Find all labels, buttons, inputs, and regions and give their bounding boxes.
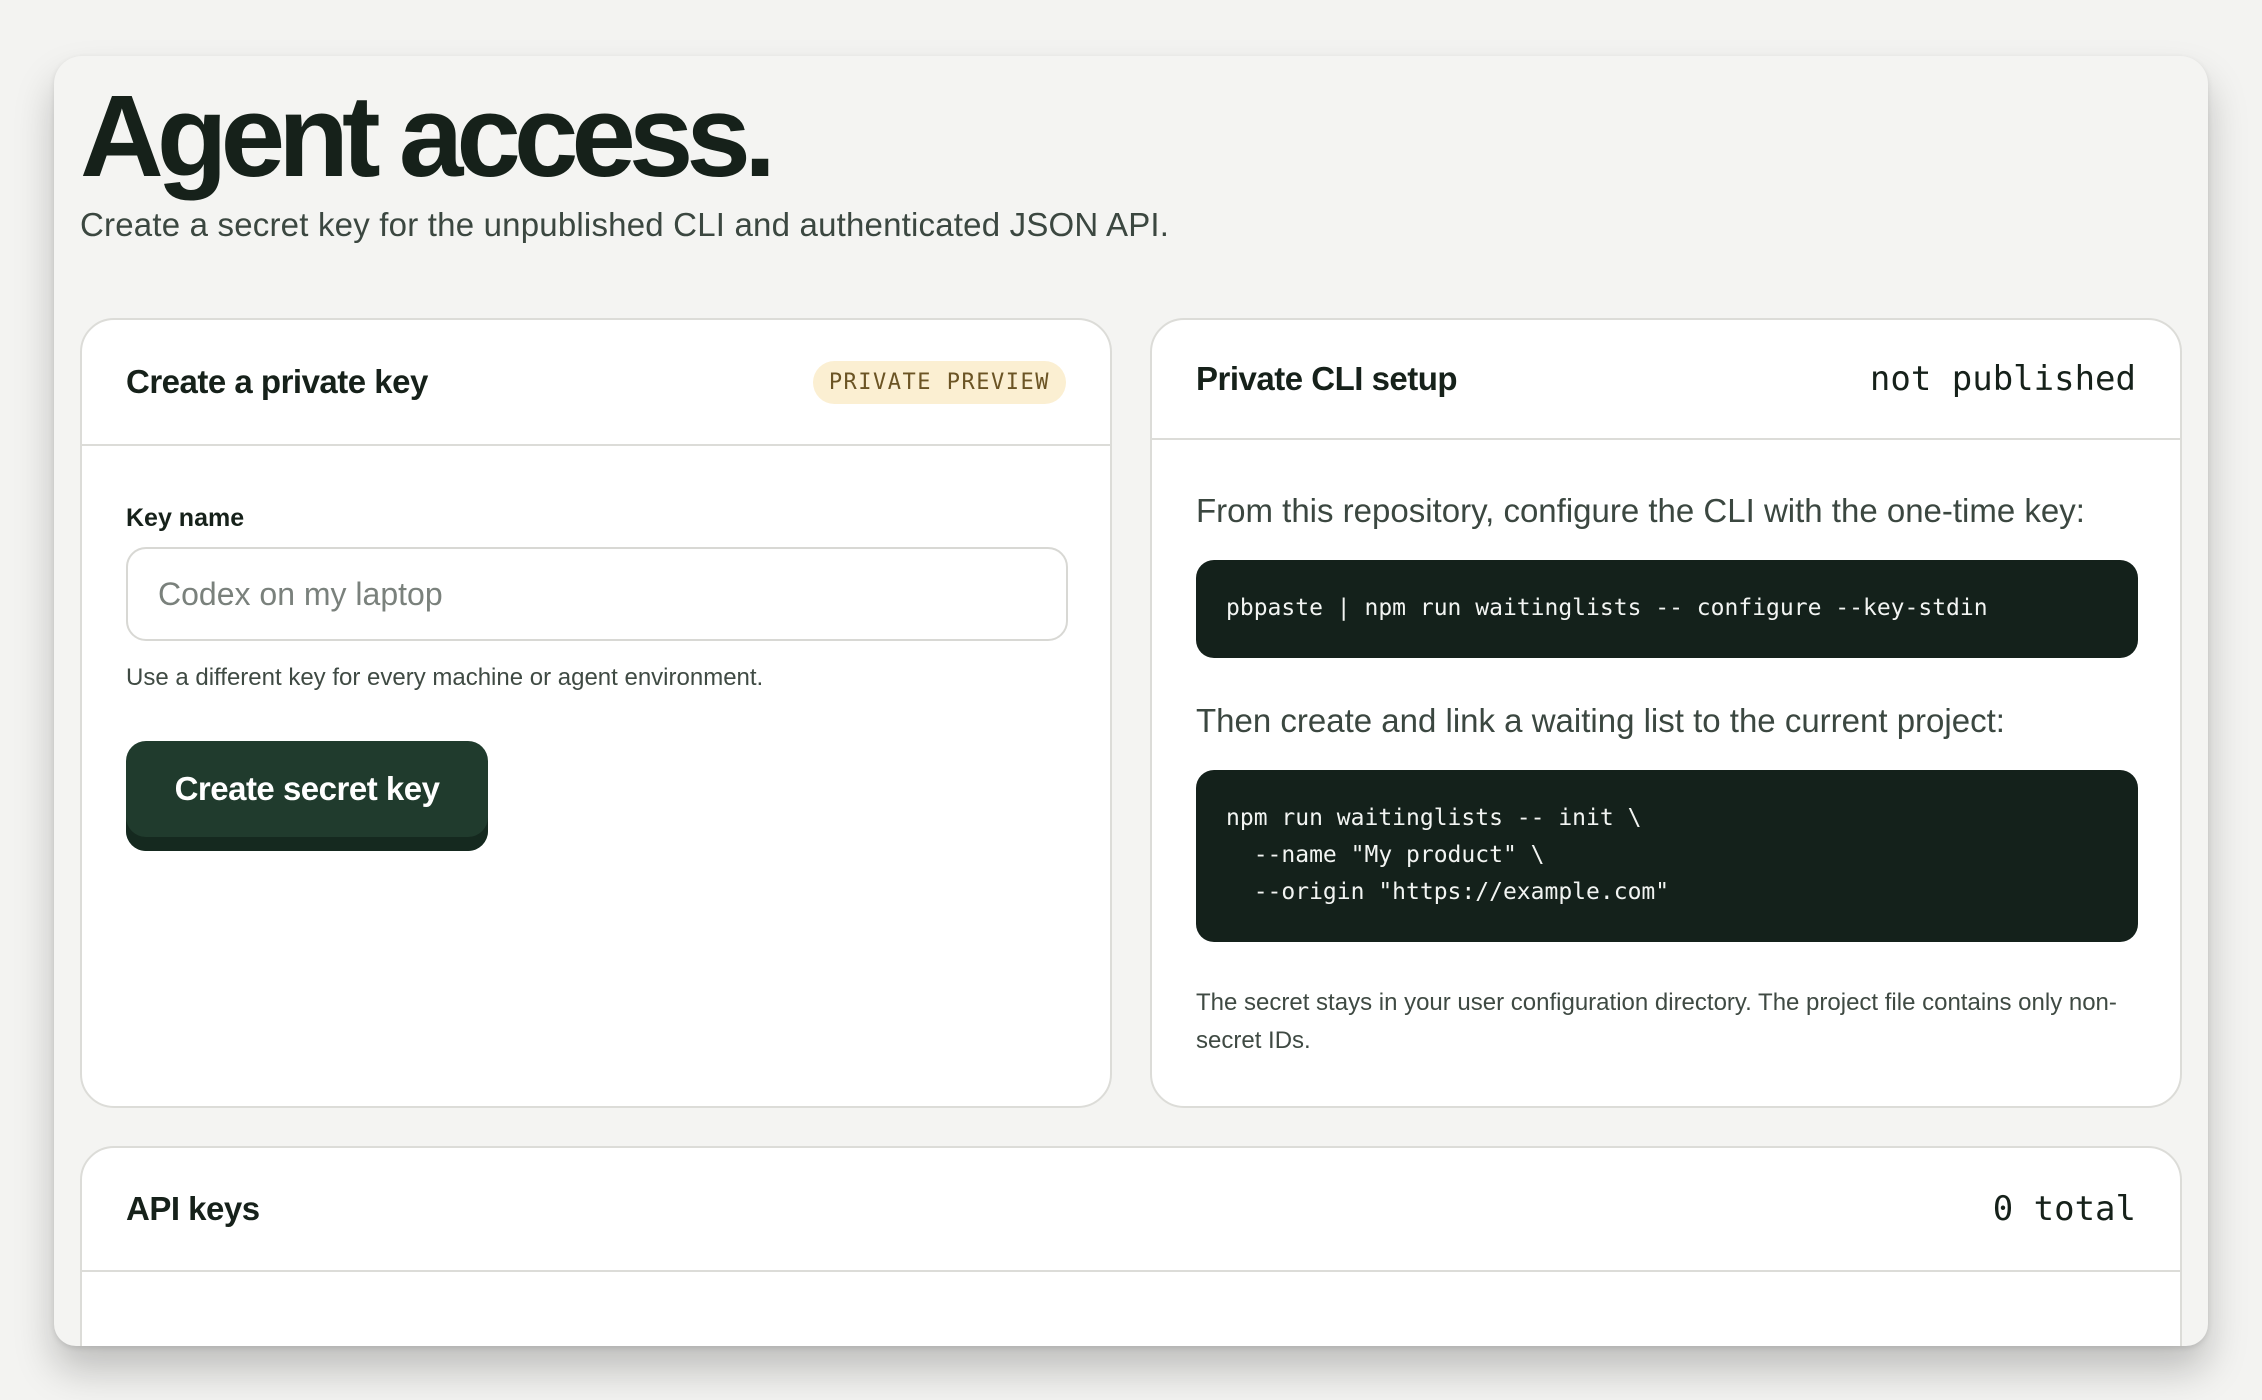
key-name-label: Key name [126, 504, 245, 532]
init-instruction: Then create and link a waiting list to t… [1196, 702, 2005, 739]
page-title: Agent access. [80, 71, 776, 201]
init-code-block[interactable]: npm run waitinglists -- init \ --name "M… [1196, 770, 2138, 942]
cli-status-text: not published [1869, 359, 2136, 399]
key-name-input[interactable] [126, 547, 1068, 641]
create-key-card: Create a private key PRIVATE PREVIEW Key… [80, 318, 1112, 1108]
app-window: Agent access. Create a secret key for th… [54, 56, 2208, 1346]
api-keys-title: API keys [126, 1190, 260, 1227]
create-key-title: Create a private key [126, 363, 428, 400]
private-preview-badge: PRIVATE PREVIEW [812, 360, 1066, 404]
configure-code-block[interactable]: pbpaste | npm run waitinglists -- config… [1196, 560, 2138, 658]
cli-setup-card: Private CLI setup not published From thi… [1150, 318, 2182, 1108]
secret-storage-note: The secret stays in your user configurat… [1196, 989, 2117, 1054]
configure-instruction: From this repository, configure the CLI … [1196, 492, 2085, 529]
create-key-card-header: Create a private key PRIVATE PREVIEW [82, 320, 1110, 446]
create-secret-key-button[interactable]: Create secret key [126, 741, 488, 851]
page-subtitle: Create a secret key for the unpublished … [80, 206, 1170, 243]
cli-setup-card-header: Private CLI setup not published [1152, 320, 2180, 440]
api-keys-count: 0 total [1992, 1189, 2136, 1229]
cli-setup-title: Private CLI setup [1196, 360, 1458, 397]
api-keys-card: API keys 0 total [80, 1146, 2182, 1346]
api-keys-card-header: API keys 0 total [82, 1148, 2180, 1272]
key-name-help-text: Use a different key for every machine or… [126, 664, 764, 691]
